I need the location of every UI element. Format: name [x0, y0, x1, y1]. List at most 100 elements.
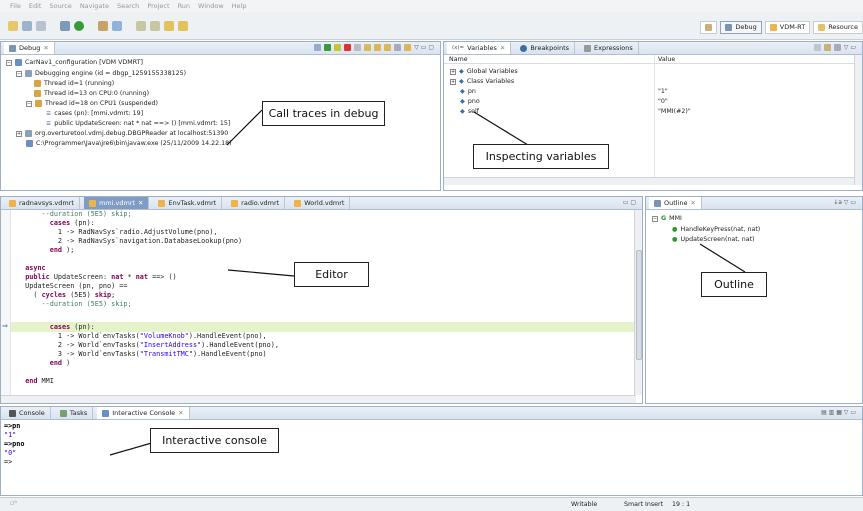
open-type-icon[interactable]: [98, 20, 108, 31]
column-name[interactable]: Name: [449, 56, 468, 63]
collapse-toggle[interactable]: −: [652, 215, 658, 222]
tree-thread-13[interactable]: Thread id=13 on CPU:0 (running): [34, 90, 149, 97]
forward-icon[interactable]: [178, 20, 188, 31]
editor-tab-mmi[interactable]: mmi.vdmrt ✕: [83, 197, 150, 209]
code-line[interactable]: 3 -> World`envTasks("TransmitTMC").Handl…: [17, 350, 267, 359]
suspend-icon[interactable]: [334, 44, 342, 51]
editor-horizontal-scrollbar[interactable]: [1, 395, 636, 403]
expand-toggle[interactable]: +: [450, 78, 456, 85]
code-line[interactable]: 2 -> RadNavSys`navigation.DatabaseLookup…: [17, 237, 242, 246]
variable-row[interactable]: ◆ pno: [460, 98, 480, 105]
perspective-debug[interactable]: Debug: [720, 20, 762, 34]
tab-tasks[interactable]: Tasks: [55, 407, 94, 419]
outline-item[interactable]: ● UpdateScreen(nat, nat): [672, 236, 755, 243]
tree-launch-config[interactable]: − CarNav1_configuration [VDM VDMRT]: [6, 59, 143, 66]
editor-gutter[interactable]: [1, 210, 11, 395]
tree-debug-engine[interactable]: − Debugging engine (id = dbgp_12591553381…: [16, 70, 186, 77]
expand-toggle[interactable]: +: [16, 130, 22, 137]
outline-item[interactable]: ● HandleKeyPress(nat, nat): [672, 226, 760, 233]
editor-tab-radnavsys[interactable]: radnavsys.vdmrt: [4, 197, 80, 209]
code-line[interactable]: public UpdateScreen: nat * nat ==> (): [17, 273, 176, 282]
editor-tab-radio[interactable]: radio.vdmrt: [226, 197, 286, 209]
tree-javaw[interactable]: C:\Programmer\Java\jre6\bin\javaw.exe (2…: [26, 140, 232, 147]
outline-root[interactable]: − G MMI: [652, 215, 682, 222]
step-return-icon[interactable]: [384, 44, 392, 51]
search-icon[interactable]: [112, 20, 122, 31]
remove-launch-icon[interactable]: [314, 44, 322, 51]
code-line[interactable]: 2 -> World`envTasks("InsertAddress").Han…: [17, 341, 279, 350]
perspective-resource[interactable]: Resource: [813, 20, 863, 34]
code-line[interactable]: 1 -> World`envTasks("VolumeKnob").Handle…: [17, 332, 267, 341]
tab-expressions[interactable]: Expressions: [579, 42, 639, 54]
code-line-partial[interactable]: --duration (5E5) skip;: [17, 210, 132, 219]
layout-icon[interactable]: [833, 44, 841, 51]
save-icon[interactable]: [22, 20, 32, 31]
tab-outline[interactable]: Outline ✕: [649, 197, 702, 209]
run-icon[interactable]: [74, 20, 84, 31]
menu-edit[interactable]: Edit: [29, 2, 42, 10]
editor-tab-envtask[interactable]: EnvTask.vdmrt: [153, 197, 223, 209]
close-icon[interactable]: ✕: [691, 199, 696, 207]
show-type-icon[interactable]: [813, 44, 821, 51]
tree-stack-frame-1[interactable]: ≡ cases (pn): [mmi.vdmrt: 19]: [46, 110, 143, 117]
collapse-all-icon[interactable]: [823, 44, 831, 51]
code-line[interactable]: 1 -> RadNavSys`radio.AdjustVolume(pno),: [17, 228, 218, 237]
back-icon[interactable]: [164, 20, 174, 31]
terminate-icon[interactable]: [344, 44, 352, 51]
close-icon[interactable]: ✕: [43, 44, 48, 52]
new-icon[interactable]: [8, 20, 18, 31]
open-perspective-button[interactable]: [700, 20, 718, 34]
print-icon[interactable]: [36, 20, 46, 31]
code-line[interactable]: end MMI: [17, 377, 54, 386]
close-icon[interactable]: ✕: [138, 199, 143, 207]
collapse-toggle[interactable]: −: [26, 100, 32, 107]
code-line[interactable]: end );: [17, 246, 75, 255]
collapse-toggle[interactable]: −: [16, 70, 22, 77]
tree-thread-1[interactable]: Thread id=1 (running): [34, 80, 114, 87]
variable-row[interactable]: + ◆ Global Variables: [450, 68, 518, 75]
variable-row[interactable]: ◆ self: [460, 108, 479, 115]
code-line[interactable]: --duration (5E5) skip;: [17, 300, 132, 309]
step-over-icon[interactable]: [374, 44, 382, 51]
close-icon[interactable]: ✕: [178, 409, 183, 417]
menu-source[interactable]: Source: [49, 2, 71, 10]
debug-icon[interactable]: [60, 20, 70, 31]
view-menu-icon[interactable]: ▭ ▢: [623, 199, 636, 206]
view-menu-icon[interactable]: ↓a ▽ ▭: [833, 199, 856, 206]
fast-view-icon[interactable]: ▫⁰: [10, 500, 17, 507]
disconnect-icon[interactable]: [354, 44, 362, 51]
variable-row[interactable]: + ◆ Class Variables: [450, 78, 514, 85]
code-line[interactable]: cases (pn):: [17, 219, 95, 228]
step-into-icon[interactable]: [364, 44, 372, 51]
code-line-current[interactable]: cases (pn):: [17, 323, 95, 332]
scrollbar-thumb[interactable]: [636, 250, 642, 360]
tab-console[interactable]: Console: [4, 407, 51, 419]
drop-to-frame-icon[interactable]: [394, 44, 402, 51]
expand-toggle[interactable]: +: [450, 68, 456, 75]
horizontal-scrollbar[interactable]: [444, 177, 856, 185]
step-filters-icon[interactable]: [404, 44, 412, 51]
tree-stack-frame-2[interactable]: ≡ public UpdateScreen: nat * nat ==> () […: [46, 120, 230, 127]
annotation-prev-icon[interactable]: [150, 20, 160, 31]
tree-dbgp-reader[interactable]: + org.overturetool.vdmj.debug.DBGPReader …: [16, 130, 228, 137]
close-icon[interactable]: ✕: [500, 44, 505, 52]
code-line[interactable]: ( cycles (5E5) skip;: [17, 291, 115, 300]
variable-row[interactable]: ◆ pn: [460, 88, 476, 95]
tab-breakpoints[interactable]: Breakpoints: [515, 42, 576, 54]
annotation-icon[interactable]: [136, 20, 146, 31]
menu-window[interactable]: Window: [198, 2, 224, 10]
view-menu-icon[interactable]: ▽ ▭: [844, 44, 856, 51]
editor-tab-world[interactable]: World.vdmrt: [289, 197, 351, 209]
column-value[interactable]: Value: [658, 56, 675, 63]
editor-vertical-scrollbar[interactable]: [634, 210, 642, 395]
code-line[interactable]: end ): [17, 359, 70, 368]
tab-debug[interactable]: Debug ✕: [4, 42, 55, 54]
menu-help[interactable]: Help: [232, 2, 247, 10]
code-line[interactable]: async: [17, 264, 45, 273]
resume-icon[interactable]: [324, 44, 332, 51]
menu-navigate[interactable]: Navigate: [80, 2, 109, 10]
menu-project[interactable]: Project: [147, 2, 169, 10]
tree-thread-18[interactable]: − Thread id=18 on CPU1 (suspended): [26, 100, 158, 107]
view-menu-icon[interactable]: ▽ ▭ ▢: [414, 44, 434, 51]
view-menu-icon[interactable]: ▤ ▥ ▦ ▽ ▭: [821, 409, 856, 416]
